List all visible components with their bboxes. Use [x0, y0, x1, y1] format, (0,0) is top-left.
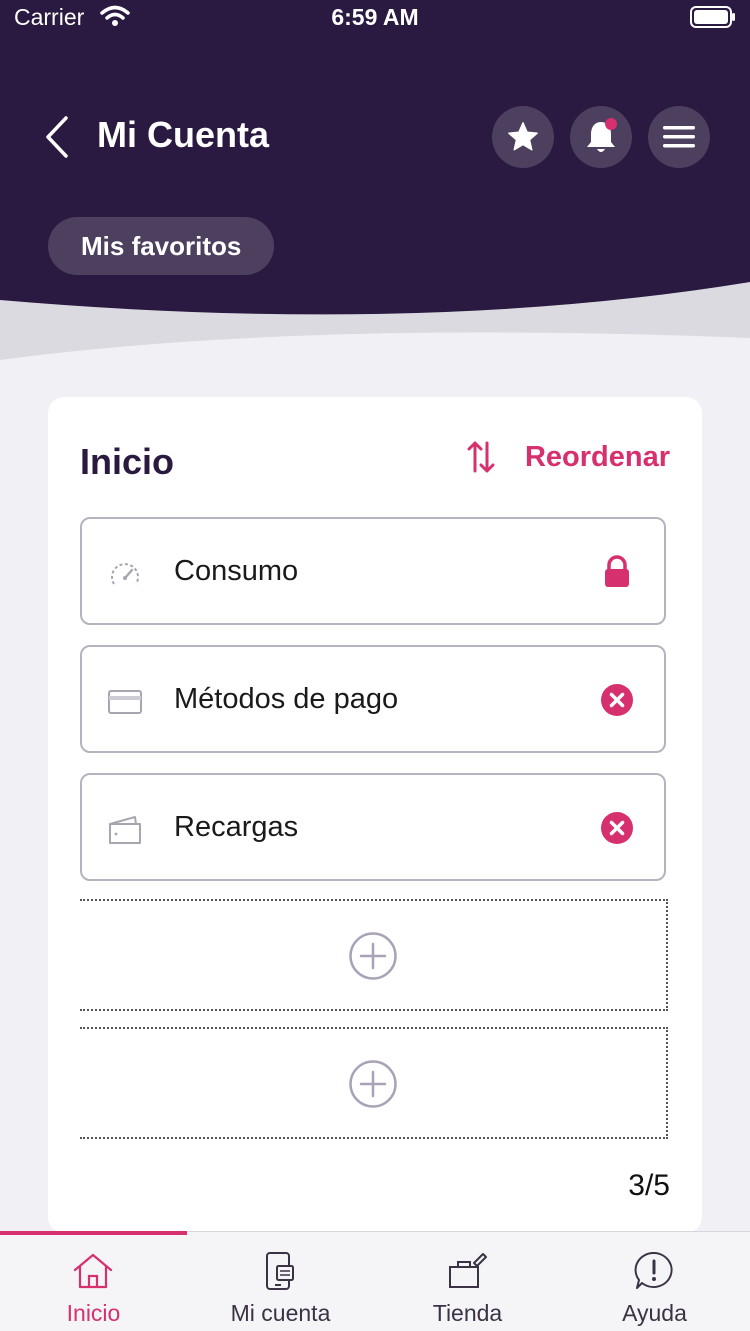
- back-button[interactable]: [40, 112, 76, 162]
- reorder-label: Reordenar: [524, 440, 670, 473]
- active-tab-indicator: [0, 1231, 187, 1235]
- phone-account-icon: [266, 1252, 294, 1290]
- header: Carrier 6:59 AM Mi Cuenta Mis favoritos: [0, 0, 750, 370]
- favorites-counter: 3/5: [628, 1169, 670, 1202]
- menu-button[interactable]: [648, 106, 710, 168]
- reorder-button[interactable]: Reordenar: [467, 439, 670, 475]
- header-wave-background: [0, 0, 750, 360]
- remove-icon[interactable]: [600, 683, 634, 717]
- tab-inicio[interactable]: Inicio: [0, 1231, 187, 1331]
- page-title: Mi Cuenta: [97, 114, 270, 155]
- tab-tienda[interactable]: Tienda: [374, 1232, 561, 1331]
- tab-label: Tienda: [432, 1300, 503, 1326]
- tab-label: Ayuda: [622, 1300, 687, 1326]
- battery-icon: [690, 6, 735, 28]
- favorite-item-metodos-de-pago[interactable]: Métodos de pago: [80, 645, 666, 753]
- tab-ayuda[interactable]: Ayuda: [561, 1232, 748, 1331]
- speedometer-icon: [111, 563, 139, 585]
- tab-bar: Inicio Mi cuenta Tienda Ayuda: [0, 1231, 750, 1331]
- tab-label: Inicio: [66, 1300, 121, 1326]
- bell-icon: [587, 118, 617, 152]
- clock: 6:59 AM: [331, 4, 419, 30]
- favorite-item-recargas[interactable]: Recargas: [80, 773, 666, 881]
- card-icon: [108, 690, 142, 714]
- tab-mi-cuenta[interactable]: Mi cuenta: [187, 1232, 374, 1331]
- empty-slot[interactable]: [80, 899, 668, 1011]
- item-label: Métodos de pago: [174, 682, 399, 715]
- empty-slot[interactable]: [80, 1027, 668, 1139]
- notification-dot: [605, 118, 617, 130]
- tab-label: Mi cuenta: [230, 1300, 331, 1326]
- reorder-icon: [467, 441, 495, 473]
- item-label: Recargas: [174, 810, 299, 843]
- add-icon: [349, 1060, 397, 1108]
- home-icon: [73, 1253, 113, 1289]
- back-icon: [46, 116, 68, 158]
- item-label: Consumo: [174, 554, 299, 587]
- menu-icon: [663, 126, 695, 148]
- notifications-button[interactable]: [570, 106, 632, 168]
- favorite-item-consumo[interactable]: Consumo: [80, 517, 666, 625]
- favorites-chip[interactable]: Mis favoritos: [48, 217, 275, 275]
- star-icon: [508, 122, 538, 151]
- status-bar: Carrier 6:59 AM: [0, 0, 750, 34]
- lock-icon: [605, 555, 629, 587]
- help-icon: [634, 1251, 673, 1289]
- add-icon: [349, 932, 397, 980]
- remove-icon[interactable]: [600, 811, 634, 845]
- favorites-button[interactable]: [492, 106, 554, 168]
- section-title: Inicio: [80, 441, 175, 482]
- store-icon: [449, 1253, 487, 1288]
- favorites-card: Inicio Reordenar Consumo Métodos de pago: [48, 397, 702, 1233]
- wallet-icon: [109, 816, 141, 844]
